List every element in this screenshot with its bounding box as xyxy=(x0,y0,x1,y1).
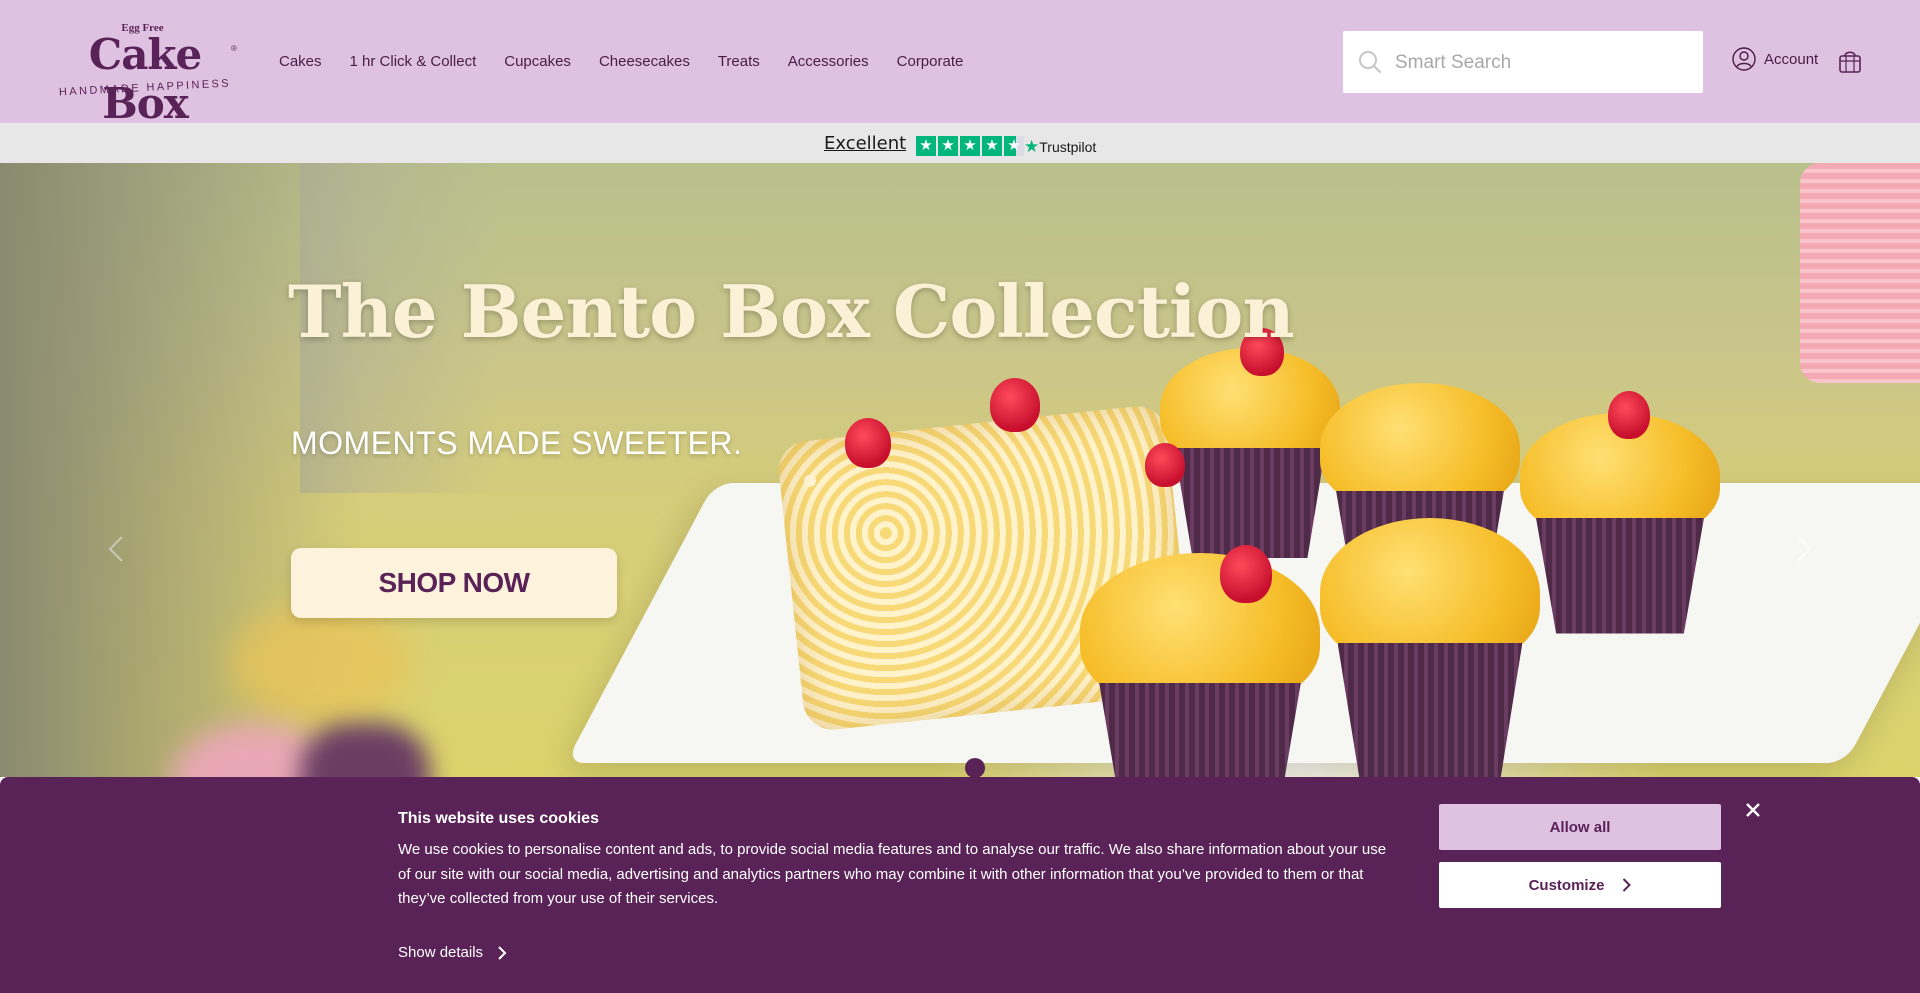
search-icon[interactable] xyxy=(1357,49,1383,75)
pink-cake-image xyxy=(1800,163,1920,383)
cupcake-liner xyxy=(1099,683,1301,777)
raspberry-image xyxy=(1220,545,1272,603)
cupcake-image xyxy=(1080,545,1320,777)
search-input[interactable] xyxy=(1393,43,1687,83)
star-icon: ★ xyxy=(916,136,936,156)
star-icon: ★ xyxy=(960,136,980,156)
nav-item-corporate[interactable]: Corporate xyxy=(897,53,964,70)
cupcake-liner xyxy=(1174,448,1326,558)
trustpilot-rating-text[interactable]: Excellent xyxy=(824,133,906,154)
close-icon[interactable] xyxy=(1744,801,1762,819)
nav-item-cheesecakes[interactable]: Cheesecakes xyxy=(599,53,690,70)
customize-label: Customize xyxy=(1528,876,1605,894)
basket-icon[interactable] xyxy=(1838,48,1862,74)
trustpilot-logo[interactable]: ★Trustpilot xyxy=(1024,137,1096,157)
raspberry-image xyxy=(1608,391,1650,439)
show-details-link[interactable]: Show details xyxy=(398,944,507,961)
cookie-banner-title: This website uses cookies xyxy=(398,810,599,827)
cookie-banner: This website uses cookies We use cookies… xyxy=(0,777,1920,993)
chevron-right-icon[interactable] xyxy=(1792,531,1816,567)
nav-item-cakes[interactable]: Cakes xyxy=(279,53,322,70)
chevron-right-icon xyxy=(1623,878,1632,892)
raspberry-image xyxy=(1145,443,1185,487)
nav-item-treats[interactable]: Treats xyxy=(718,53,760,70)
cookie-banner-text: We use cookies to personalise content an… xyxy=(398,841,1387,907)
star-icon: ★ xyxy=(938,136,958,156)
cupcake-liner xyxy=(1337,643,1523,777)
cupcake-image xyxy=(1520,391,1720,634)
search-box xyxy=(1343,31,1703,93)
trustpilot-stars[interactable]: ★ ★ ★ ★ ★ xyxy=(916,136,1024,156)
cupcake-image xyxy=(1160,348,1340,558)
blurred-cupcake-frosting xyxy=(230,603,410,723)
raspberry-image xyxy=(990,378,1040,432)
account-label: Account xyxy=(1764,50,1819,68)
chevron-left-icon[interactable] xyxy=(104,531,128,567)
hero-banner[interactable]: The Bento Box Collection MOMENTS MADE SW… xyxy=(0,163,1920,777)
nav-item-click-collect[interactable]: 1 hr Click & Collect xyxy=(350,53,477,70)
chevron-right-icon xyxy=(498,945,507,960)
site-header: Egg Free Cake Box ® HANDMADE HAPPINESS C… xyxy=(0,0,1920,128)
main-nav: Cakes 1 hr Click & Collect Cupcakes Chee… xyxy=(279,53,963,70)
trustpilot-bar: Excellent ★ ★ ★ ★ ★ ★Trustpilot xyxy=(0,123,1920,163)
site-logo[interactable]: Egg Free Cake Box ® HANDMADE HAPPINESS xyxy=(50,20,240,128)
nav-item-cupcakes[interactable]: Cupcakes xyxy=(504,53,571,70)
customize-button[interactable]: Customize xyxy=(1439,862,1721,908)
account-link[interactable]: Account xyxy=(1732,47,1818,71)
nav-item-accessories[interactable]: Accessories xyxy=(788,53,869,70)
carousel-dot-active[interactable] xyxy=(965,758,985,777)
trustpilot-brand-label: Trustpilot xyxy=(1039,139,1097,155)
allow-all-button[interactable]: Allow all xyxy=(1439,804,1721,850)
trustpilot-star-icon: ★ xyxy=(1024,137,1040,156)
cupcake-liner xyxy=(1536,518,1704,634)
half-star-icon: ★ xyxy=(1004,136,1024,156)
show-details-label: Show details xyxy=(398,944,484,961)
shop-now-button[interactable]: SHOP NOW xyxy=(291,548,617,618)
cupcake-image xyxy=(1320,518,1540,777)
raspberry-image xyxy=(845,418,891,468)
user-icon xyxy=(1732,47,1756,71)
star-icon: ★ xyxy=(982,136,1002,156)
logo-registered-mark: ® xyxy=(231,44,237,53)
hero-subtitle: MOMENTS MADE SWEETER. xyxy=(291,425,743,461)
hero-title: The Bento Box Collection xyxy=(288,269,1295,354)
